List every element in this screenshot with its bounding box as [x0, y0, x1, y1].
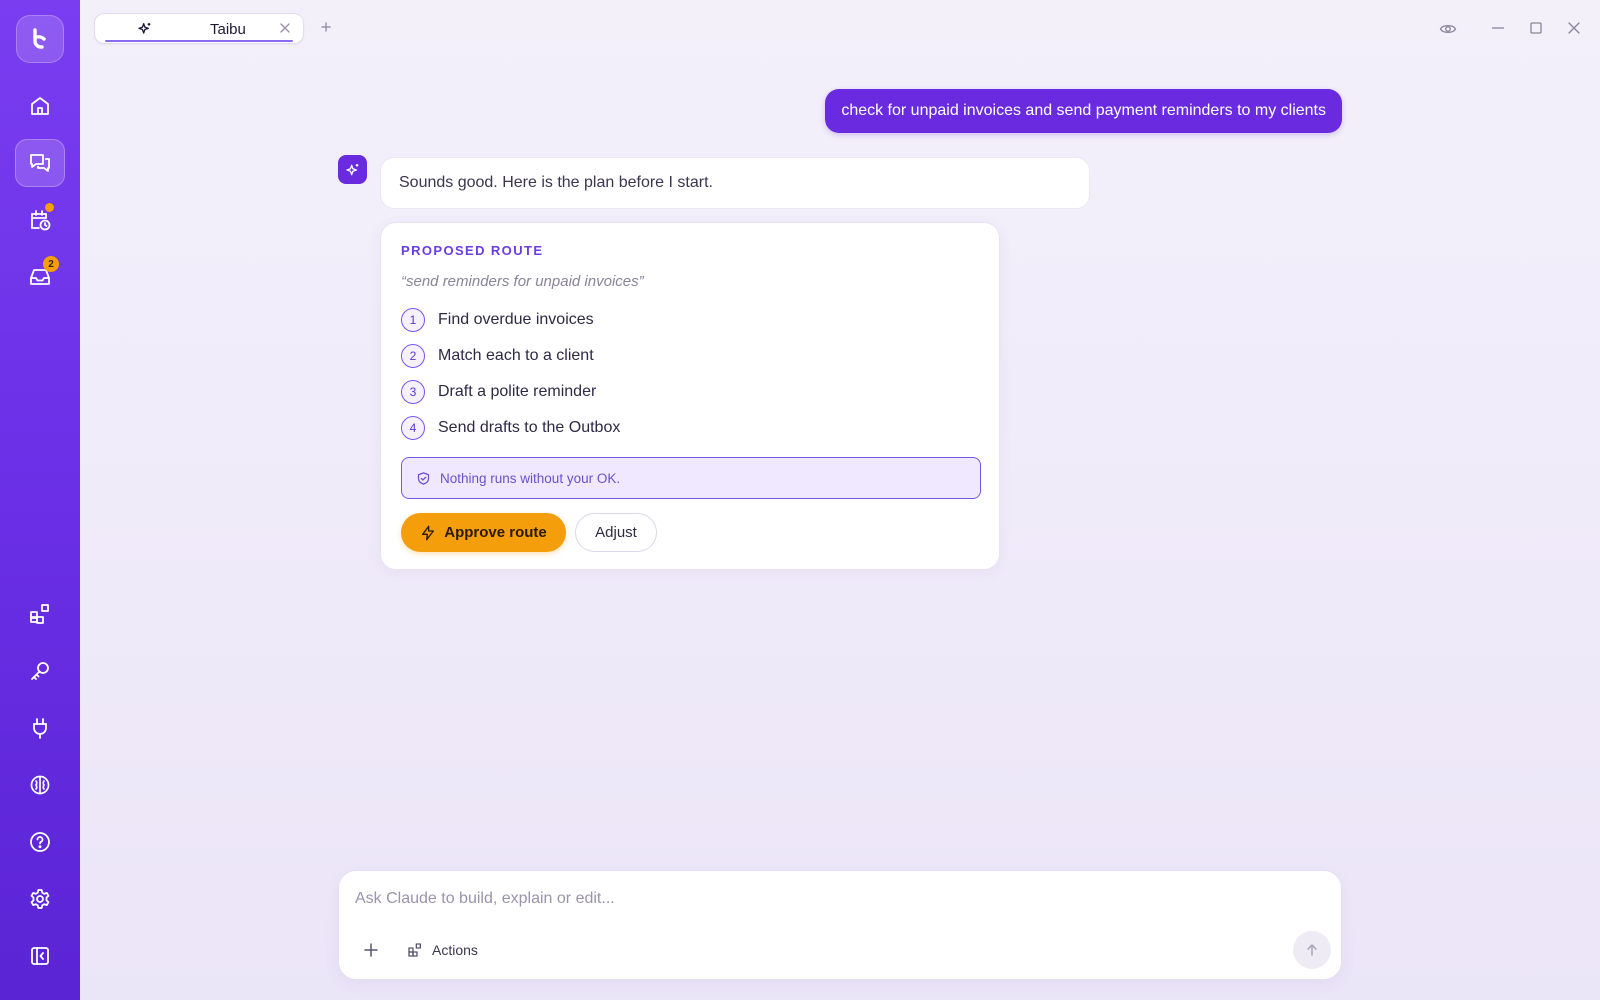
- sidebar-item-schedule[interactable]: [15, 196, 65, 244]
- step-text: Find overdue invoices: [438, 311, 594, 328]
- user-message: check for unpaid invoices and send payme…: [825, 89, 1342, 133]
- step-number: 3: [401, 380, 425, 404]
- send-button[interactable]: [1293, 931, 1331, 969]
- brain-icon: [30, 775, 50, 795]
- app-logo[interactable]: [16, 15, 64, 63]
- help-icon: [30, 832, 50, 852]
- sidebar: 2: [0, 0, 80, 1000]
- gear-icon: [30, 889, 50, 909]
- route-quote: “send reminders for unpaid invoices”: [401, 273, 644, 290]
- step-number: 4: [401, 416, 425, 440]
- approve-route-button[interactable]: Approve route: [401, 513, 566, 552]
- approval-notice-text: Nothing runs without your OK.: [440, 470, 621, 486]
- route-step: 4 Send drafts to the Outbox: [401, 416, 620, 440]
- route-step: 2 Match each to a client: [401, 344, 594, 368]
- tab-active-indicator: [105, 40, 293, 42]
- apps-icon: [408, 943, 421, 957]
- notification-dot: [45, 203, 54, 212]
- tab-close-icon[interactable]: [279, 22, 291, 34]
- attach-button[interactable]: [363, 942, 379, 958]
- chat-icon: [30, 154, 50, 172]
- composer: Actions: [338, 870, 1342, 980]
- eye-icon[interactable]: [1438, 20, 1458, 38]
- logo-icon: [33, 28, 46, 49]
- lightning-icon: [422, 525, 435, 540]
- sidebar-item-inbox[interactable]: 2: [15, 253, 65, 301]
- new-tab-button[interactable]: [318, 19, 334, 35]
- sidebar-item-help[interactable]: [15, 818, 65, 866]
- step-number: 2: [401, 344, 425, 368]
- close-icon[interactable]: [1566, 20, 1582, 36]
- sidebar-item-chat[interactable]: [15, 139, 65, 187]
- assistant-avatar: [338, 155, 367, 184]
- approve-route-label: Approve route: [444, 524, 547, 541]
- adjust-button[interactable]: Adjust: [575, 513, 657, 552]
- sidebar-item-collapse[interactable]: [15, 932, 65, 980]
- sidebar-item-home[interactable]: [15, 82, 65, 130]
- actions-label: Actions: [432, 942, 478, 958]
- plug-icon: [33, 718, 47, 739]
- home-icon: [31, 97, 49, 115]
- plus-icon: [321, 22, 331, 32]
- maximize-icon[interactable]: [1528, 20, 1544, 36]
- minimize-icon[interactable]: [1490, 20, 1506, 36]
- step-text: Draft a polite reminder: [438, 383, 597, 400]
- prompt-input[interactable]: [355, 887, 1255, 911]
- approval-notice: Nothing runs without your OK.: [401, 457, 981, 499]
- sidebar-item-integrations[interactable]: [15, 704, 65, 752]
- sidebar-item-settings[interactable]: [15, 875, 65, 923]
- proposed-route-card: PROPOSED ROUTE “send reminders for unpai…: [380, 222, 1000, 570]
- assistant-message-text: Sounds good. Here is the plan before I s…: [399, 174, 713, 191]
- sidebar-item-keys[interactable]: [15, 647, 65, 695]
- route-step: 1 Find overdue invoices: [401, 308, 594, 332]
- tab-title: Taibu: [210, 21, 246, 38]
- sparkle-icon: [137, 21, 153, 37]
- apps-icon: [30, 604, 49, 624]
- plus-icon: [364, 943, 378, 957]
- inbox-badge: 2: [43, 256, 59, 272]
- shield-check-icon: [417, 471, 430, 485]
- step-number: 1: [401, 308, 425, 332]
- step-text: Send drafts to the Outbox: [438, 419, 621, 436]
- step-text: Match each to a client: [438, 347, 594, 364]
- assistant-message: Sounds good. Here is the plan before I s…: [380, 157, 1090, 209]
- sidebar-collapse-icon: [31, 947, 49, 965]
- actions-button[interactable]: Actions: [407, 937, 478, 963]
- arrow-up-icon: [1307, 944, 1317, 956]
- tab-taibu[interactable]: Taibu: [94, 13, 304, 44]
- key-icon: [31, 662, 49, 680]
- route-step: 3 Draft a polite reminder: [401, 380, 596, 404]
- sidebar-item-apps[interactable]: [15, 590, 65, 638]
- sidebar-item-brain[interactable]: [15, 761, 65, 809]
- route-label: PROPOSED ROUTE: [401, 243, 544, 258]
- sparkle-icon: [345, 163, 358, 175]
